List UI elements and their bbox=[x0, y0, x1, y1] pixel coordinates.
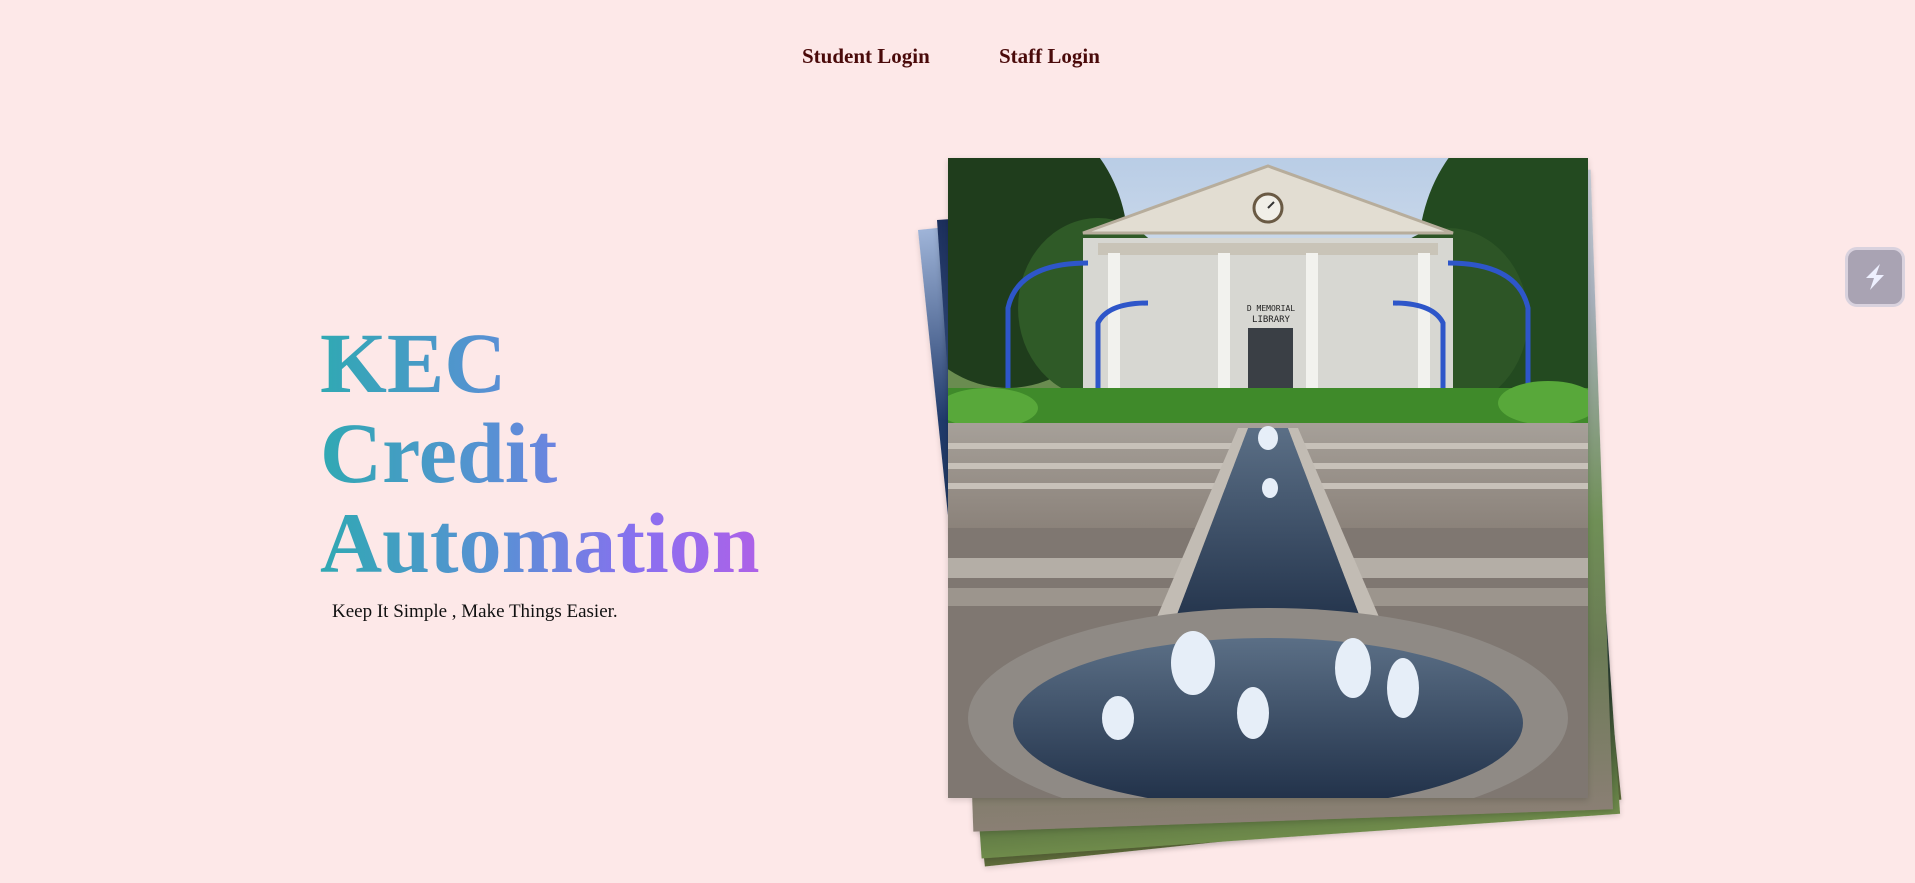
hero-title-line-3: Automation bbox=[320, 498, 800, 588]
hero-title-line-2: Credit bbox=[320, 408, 800, 498]
floating-widget-button[interactable] bbox=[1845, 247, 1905, 307]
campus-library-photo: D MEMORIAL LIBRARY bbox=[948, 158, 1588, 798]
landing-page: Student Login Staff Login KEC Credit Aut… bbox=[0, 0, 1915, 883]
hero-tagline: Keep It Simple , Make Things Easier. bbox=[332, 601, 618, 622]
library-fountain-illustration: D MEMORIAL LIBRARY bbox=[948, 158, 1588, 798]
hero-title: KEC Credit Automation bbox=[320, 318, 800, 588]
staff-login-link[interactable]: Staff Login bbox=[999, 44, 1100, 69]
hero-title-line-1: KEC bbox=[320, 318, 800, 408]
photo-stack: D MEMORIAL LIBRARY bbox=[860, 150, 1622, 867]
library-sign-line-2: LIBRARY bbox=[1252, 315, 1291, 325]
lightning-icon bbox=[1866, 264, 1884, 290]
library-sign-line-1: D MEMORIAL bbox=[1247, 304, 1295, 313]
student-login-link[interactable]: Student Login bbox=[802, 44, 930, 69]
